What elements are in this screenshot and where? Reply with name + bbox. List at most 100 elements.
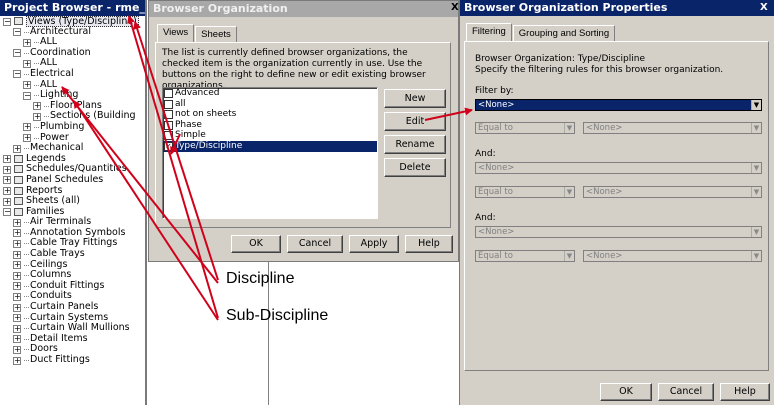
- filter-value-3: <None>: [478, 227, 515, 237]
- operator-select-3[interactable]: Equal to ▼: [475, 250, 575, 262]
- expand-icon[interactable]: +: [13, 324, 21, 333]
- callout-discipline: Discipline: [226, 270, 295, 287]
- organization-list-item[interactable]: Advanced: [163, 88, 377, 99]
- tree-connector: [24, 328, 29, 330]
- filter-by-select[interactable]: <None> ▼: [475, 99, 762, 111]
- project-browser: Project Browser - rme_advanced_... −View…: [0, 0, 147, 405]
- value-1: <None>: [586, 123, 623, 133]
- tree-connector: [44, 105, 49, 107]
- organization-list[interactable]: Advanced all not on sheets Phase Simple ✓ Type…: [162, 87, 378, 219]
- project-browser-tree: − Views (Type/Discipline) − Architectural + A…: [0, 16, 145, 366]
- checkbox[interactable]: [164, 110, 173, 120]
- help-button[interactable]: Help: [405, 235, 453, 253]
- tree-item[interactable]: + Cable Trays: [0, 248, 145, 260]
- organization-list-item[interactable]: Phase: [163, 120, 377, 131]
- chevron-down-icon: ▼: [751, 100, 761, 110]
- expand-icon[interactable]: +: [13, 335, 21, 344]
- expand-icon[interactable]: +: [13, 229, 21, 238]
- expand-icon[interactable]: +: [13, 314, 21, 323]
- value-select-3[interactable]: <None> ▼: [583, 250, 762, 262]
- expand-icon[interactable]: +: [13, 303, 21, 312]
- tree-item[interactable]: − Views (Type/Discipline): [0, 16, 145, 27]
- checkbox[interactable]: [164, 89, 173, 98]
- operator-value-2: Equal to: [478, 187, 513, 197]
- expand-icon[interactable]: +: [13, 239, 21, 248]
- filter-select-2[interactable]: <None> ▼: [475, 162, 762, 174]
- new-button[interactable]: New: [384, 89, 446, 108]
- expand-icon[interactable]: +: [23, 38, 31, 47]
- expand-icon[interactable]: +: [13, 250, 21, 259]
- tree-item[interactable]: + Panel Schedules: [0, 174, 145, 186]
- tab-views[interactable]: Views: [157, 24, 195, 42]
- properties-cancel-button[interactable]: Cancel: [658, 383, 714, 401]
- tree-item[interactable]: + Mechanical: [0, 143, 145, 154]
- expand-icon[interactable]: +: [33, 102, 41, 111]
- rename-button[interactable]: Rename: [384, 135, 446, 154]
- expand-icon[interactable]: +: [23, 134, 31, 143]
- expand-icon[interactable]: +: [13, 271, 21, 280]
- tree-connector: [34, 95, 39, 97]
- collapse-icon[interactable]: −: [13, 28, 21, 37]
- expand-icon[interactable]: +: [3, 176, 11, 185]
- collapse-icon[interactable]: −: [3, 208, 11, 217]
- operator-select-1[interactable]: Equal to ▼: [475, 122, 575, 134]
- tree-item[interactable]: − Electrical: [0, 68, 145, 80]
- checkbox[interactable]: [164, 99, 173, 109]
- tree-item[interactable]: + Duct Fittings: [0, 354, 145, 366]
- organization-label: Phase: [175, 119, 202, 130]
- browser-organization-properties-dialog: Browser Organization Properties X Filter…: [459, 0, 774, 405]
- operator-select-2[interactable]: Equal to ▼: [475, 186, 575, 198]
- delete-button[interactable]: Delete: [384, 158, 446, 177]
- properties-ok-button[interactable]: OK: [600, 383, 652, 401]
- organization-list-item[interactable]: ✓ Type/Discipline: [163, 140, 377, 152]
- collapse-icon[interactable]: −: [3, 17, 11, 26]
- expand-icon[interactable]: +: [3, 165, 11, 174]
- ok-button[interactable]: OK: [231, 235, 281, 253]
- tree-connector: [34, 42, 39, 44]
- expand-icon[interactable]: +: [3, 187, 11, 195]
- properties-help-button[interactable]: Help: [720, 383, 770, 401]
- chevron-down-icon: ▼: [751, 227, 761, 237]
- properties-desc-line2: Specify the filtering rules for this bro…: [475, 65, 724, 75]
- organization-list-item[interactable]: Simple: [163, 130, 377, 141]
- organization-list-item[interactable]: all: [163, 99, 377, 110]
- collapse-icon[interactable]: −: [13, 49, 21, 58]
- expand-icon[interactable]: +: [23, 123, 31, 132]
- expand-icon[interactable]: +: [13, 292, 21, 301]
- apply-button[interactable]: Apply: [349, 235, 399, 253]
- filter-select-3[interactable]: <None> ▼: [475, 226, 762, 238]
- cancel-button[interactable]: Cancel: [287, 235, 343, 253]
- expand-icon[interactable]: +: [3, 197, 11, 206]
- tab-sheets[interactable]: Sheets: [195, 26, 237, 42]
- tab-filtering[interactable]: Filtering: [466, 23, 512, 41]
- expand-icon[interactable]: +: [33, 112, 41, 121]
- expand-icon[interactable]: +: [23, 81, 31, 90]
- tree-item[interactable]: − Architectural: [0, 26, 145, 38]
- expand-icon[interactable]: +: [13, 218, 21, 227]
- browser-organization-close-button[interactable]: X: [451, 1, 459, 15]
- value-select-2[interactable]: <None> ▼: [583, 186, 762, 198]
- tree-item[interactable]: + Ceilings: [0, 259, 145, 271]
- tree-item[interactable]: + Conduit Fittings: [0, 280, 145, 292]
- organization-list-item[interactable]: not on sheets: [163, 109, 377, 120]
- properties-close-button[interactable]: X: [760, 1, 772, 15]
- tree-item[interactable]: + Sheets (all): [0, 195, 145, 207]
- expand-icon[interactable]: +: [13, 345, 21, 354]
- tree-item[interactable]: + Plumbing: [0, 121, 145, 133]
- tree-item[interactable]: + Detail Items: [0, 333, 145, 345]
- checkbox[interactable]: [164, 120, 173, 130]
- expand-icon[interactable]: +: [13, 144, 21, 153]
- collapse-icon[interactable]: −: [13, 70, 21, 79]
- value-select-1[interactable]: <None> ▼: [583, 122, 762, 134]
- tab-grouping-sorting[interactable]: Grouping and Sorting: [512, 25, 616, 41]
- checkbox[interactable]: [164, 131, 173, 141]
- edit-button[interactable]: Edit: [384, 112, 446, 131]
- expand-icon[interactable]: +: [13, 261, 21, 270]
- expand-icon[interactable]: +: [13, 356, 21, 365]
- expand-icon[interactable]: +: [23, 59, 31, 68]
- tree-item[interactable]: − Coordination: [0, 47, 145, 59]
- checkbox[interactable]: ✓: [164, 141, 173, 151]
- collapse-icon[interactable]: −: [23, 91, 31, 100]
- expand-icon[interactable]: +: [3, 155, 11, 164]
- expand-icon[interactable]: +: [13, 282, 21, 291]
